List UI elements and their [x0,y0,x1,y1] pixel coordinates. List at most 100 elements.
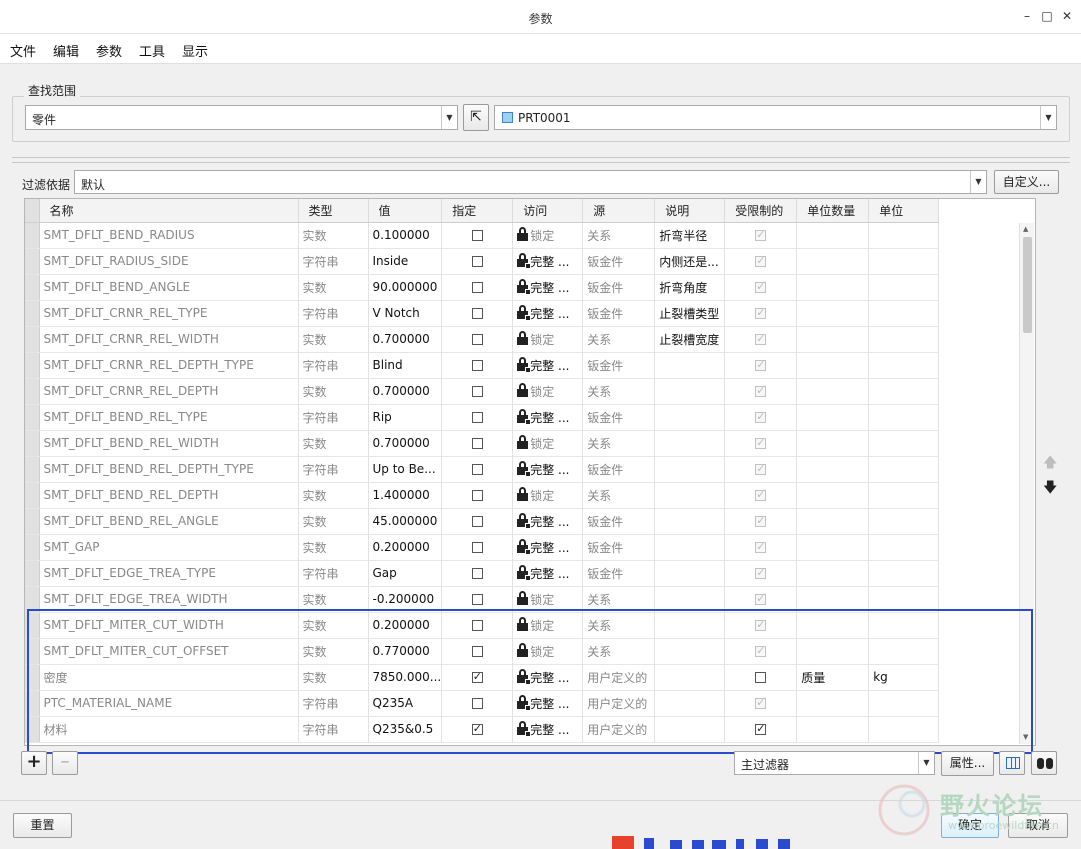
properties-button[interactable]: 属性... [941,751,994,776]
table-row[interactable]: SMT_DFLT_BEND_RADIUS 实数 0.100000 锁定 关系 折弯半径 ✓ [25,222,940,249]
param-unit-quantity[interactable]: 质量 [796,664,870,691]
table-row[interactable]: SMT_DFLT_EDGE_TREA_TYPE 字符串 Gap 完整 ... 钣金件 ✓ [25,560,940,587]
param-value[interactable]: Q235&0.5 [368,716,443,743]
param-unit[interactable] [868,690,940,717]
designate-checkbox[interactable] [471,230,483,241]
param-unit[interactable] [868,300,940,327]
param-access[interactable]: 完整 ... [512,274,584,301]
param-unit[interactable] [868,508,940,535]
param-access[interactable]: 完整 ... [512,456,584,483]
param-access[interactable]: 锁定 [512,586,584,613]
designate-checkbox[interactable] [471,516,483,527]
param-description[interactable]: 折弯角度 [654,274,726,301]
col-type[interactable]: 类型 [298,199,369,223]
table-row[interactable]: PTC_MATERIAL_NAME 字符串 Q235A 完整 ... 用户定义的 ✓ [25,690,940,717]
row-gutter[interactable] [25,300,40,327]
row-gutter[interactable] [25,352,40,379]
param-unit[interactable] [868,638,940,665]
param-unit-quantity[interactable] [796,248,870,275]
table-columns-button[interactable] [999,751,1025,775]
row-gutter[interactable] [25,638,40,665]
row-gutter[interactable] [25,404,40,431]
table-row[interactable]: SMT_DFLT_CRNR_REL_DEPTH 实数 0.700000 锁定 关系 ✓ [25,378,940,405]
param-value[interactable]: Gap [368,560,443,587]
param-unit-quantity[interactable] [796,508,870,535]
param-description[interactable] [654,430,726,457]
row-gutter[interactable] [25,508,40,535]
scroll-down-icon[interactable]: ▼ [1023,733,1028,741]
designate-checkbox[interactable]: ✓ [471,722,483,735]
row-gutter[interactable] [25,664,40,691]
param-access[interactable]: 锁定 [512,222,584,249]
param-description[interactable]: 折弯半径 [654,222,726,249]
row-gutter[interactable] [25,716,40,743]
menu-file[interactable]: 文件 [10,41,36,60]
param-unit[interactable] [868,456,940,483]
designate-checkbox[interactable] [471,594,483,605]
param-value[interactable]: 0.700000 [368,378,443,405]
param-description[interactable] [654,664,726,691]
designate-checkbox[interactable] [471,620,483,631]
main-filter-dropdown[interactable]: 主过滤器 ▼ [734,751,935,775]
param-unit[interactable] [868,430,940,457]
param-value[interactable]: Up to Be... [368,456,443,483]
table-row[interactable]: SMT_DFLT_BEND_REL_ANGLE 实数 45.000000 完整 ...… [25,508,940,535]
param-access[interactable]: 锁定 [512,430,584,457]
row-gutter[interactable] [25,612,40,639]
param-unit-quantity[interactable] [796,326,870,353]
col-access[interactable]: 访问 [512,199,584,223]
param-unit-quantity[interactable] [796,612,870,639]
param-value[interactable]: -0.200000 [368,586,443,613]
col-designate[interactable]: 指定 [441,199,514,223]
minimize-icon[interactable]: – [1020,9,1034,23]
param-value[interactable]: 0.700000 [368,430,443,457]
table-row[interactable]: SMT_DFLT_CRNR_REL_DEPTH_TYPE 字符串 Blind 完整 .… [25,352,940,379]
param-unit-quantity[interactable] [796,638,870,665]
designate-checkbox[interactable] [471,698,483,709]
row-gutter[interactable] [25,482,40,509]
param-value[interactable]: Blind [368,352,443,379]
param-access[interactable]: 完整 ... [512,300,584,327]
close-icon[interactable]: ✕ [1060,9,1074,23]
param-access[interactable]: 完整 ... [512,560,584,587]
move-down-icon[interactable]: 🡇 [1043,477,1057,501]
param-unit-quantity[interactable] [796,378,870,405]
param-access[interactable]: 锁定 [512,326,584,353]
table-row[interactable]: SMT_DFLT_CRNR_REL_WIDTH 实数 0.700000 锁定 关系 止裂槽… [25,326,940,353]
param-access[interactable]: 完整 ... [512,248,584,275]
scroll-up-icon[interactable]: ▲ [1023,225,1028,233]
menu-tools[interactable]: 工具 [139,41,165,60]
param-description[interactable] [654,378,726,405]
param-value[interactable]: 0.700000 [368,326,443,353]
row-gutter[interactable] [25,560,40,587]
param-description[interactable] [654,586,726,613]
table-row[interactable]: SMT_DFLT_BEND_ANGLE 实数 90.000000 完整 ... 钣金件折… [25,274,940,301]
designate-checkbox[interactable] [471,542,483,553]
table-scrollbar[interactable]: ▲ ▼ [1019,223,1034,744]
param-value[interactable]: 0.770000 [368,638,443,665]
param-description[interactable] [654,716,726,743]
designate-checkbox[interactable] [471,490,483,501]
row-gutter[interactable] [25,456,40,483]
param-value[interactable]: 1.400000 [368,482,443,509]
designate-checkbox[interactable] [471,568,483,579]
param-access[interactable]: 完整 ... [512,690,584,717]
table-row[interactable]: SMT_GAP 实数 0.200000 完整 ... 钣金件 ✓ [25,534,940,561]
maximize-icon[interactable]: □ [1040,9,1054,23]
param-unit[interactable] [868,586,940,613]
param-unit[interactable] [868,404,940,431]
param-description[interactable] [654,482,726,509]
param-value[interactable]: Rip [368,404,443,431]
col-restricted[interactable]: 受限制的 [724,199,798,223]
param-unit-quantity[interactable] [796,716,870,743]
row-gutter[interactable] [25,274,40,301]
move-up-icon[interactable]: 🡅 [1043,452,1057,476]
col-description[interactable]: 说明 [654,199,726,223]
param-access[interactable]: 完整 ... [512,508,584,535]
param-value[interactable]: Q235A [368,690,443,717]
param-unit[interactable] [868,326,940,353]
param-value[interactable]: 45.000000 [368,508,443,535]
param-description[interactable]: 止裂槽宽度 [654,326,726,353]
param-value[interactable]: 0.100000 [368,222,443,249]
add-parameter-button[interactable]: + [21,751,47,775]
